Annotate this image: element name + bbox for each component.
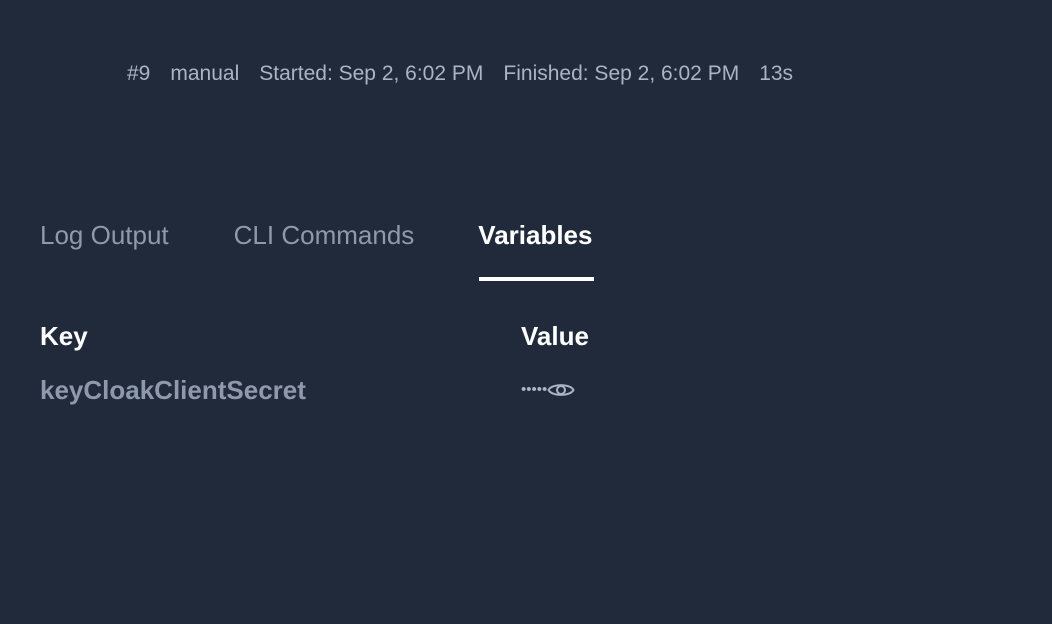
run-number: #9 [127, 62, 151, 85]
tab-log-output[interactable]: Log Output [40, 218, 169, 282]
variable-key: keyCloakClientSecret [40, 375, 306, 405]
active-tab-indicator [479, 277, 595, 281]
variable-value: ••••• [521, 374, 575, 406]
tab-cli-commands[interactable]: CLI Commands [234, 218, 415, 282]
run-finished: Finished: Sep 2, 6:02 PM [503, 62, 740, 85]
tab-variables-label: Variables [478, 220, 593, 250]
run-started: Started: Sep 2, 6:02 PM [259, 62, 484, 85]
tab-bar: Log Output CLI Commands Variables [40, 218, 595, 282]
column-header-value: Value [521, 321, 589, 351]
run-trigger: manual [170, 62, 240, 85]
run-metadata: #9 manual Started: Sep 2, 6:02 PM Finish… [127, 60, 793, 88]
eye-icon[interactable] [547, 376, 575, 404]
table-row: keyCloakClientSecret ••••• [40, 374, 740, 406]
eye-icon-svg [547, 384, 575, 396]
run-duration: 13s [759, 62, 794, 85]
masked-value: ••••• [521, 381, 548, 398]
column-header-key: Key [40, 321, 88, 351]
tab-variables[interactable]: Variables [478, 218, 595, 282]
